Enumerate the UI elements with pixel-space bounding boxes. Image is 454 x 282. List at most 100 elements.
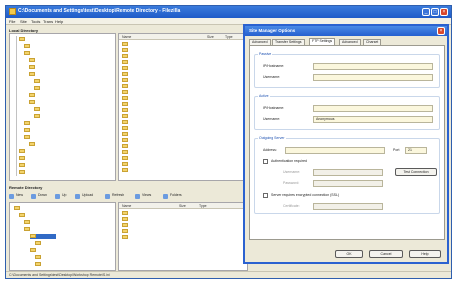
tree-item[interactable]	[10, 44, 115, 49]
tree-item[interactable]	[10, 213, 115, 218]
close-button[interactable]: ×	[440, 8, 448, 16]
local-folder-tree[interactable]	[9, 33, 116, 181]
toolbar-views-button[interactable]: Views	[135, 193, 151, 200]
list-item[interactable]	[119, 60, 247, 65]
remote-folder-tree[interactable]	[9, 202, 116, 271]
port-field[interactable]: 21	[405, 147, 427, 154]
tree-item[interactable]	[10, 100, 115, 105]
list-item[interactable]	[119, 150, 247, 155]
toolbar-down-button[interactable]: Down	[31, 193, 47, 200]
active-username-field[interactable]: Anonymous	[313, 116, 433, 123]
local-file-list[interactable]: Name Size Type	[118, 33, 248, 181]
tree-item[interactable]	[10, 93, 115, 98]
auth-password-field[interactable]	[313, 180, 383, 187]
list-item[interactable]	[119, 235, 247, 240]
menu-file[interactable]: File	[9, 19, 15, 24]
menu-site[interactable]: Site	[20, 19, 27, 24]
list-item[interactable]	[119, 162, 247, 167]
tree-item[interactable]	[10, 227, 115, 232]
list-item[interactable]	[119, 168, 247, 173]
tree-item[interactable]	[10, 255, 115, 260]
list-item[interactable]	[119, 102, 247, 107]
list-item[interactable]	[119, 211, 247, 216]
auth-username-field[interactable]	[313, 169, 383, 176]
menu-help[interactable]: Help	[55, 19, 63, 24]
tree-item[interactable]	[10, 58, 115, 63]
tree-item[interactable]	[10, 163, 115, 168]
ssl-checkbox[interactable]	[263, 193, 268, 198]
list-item[interactable]	[119, 217, 247, 222]
list-item[interactable]	[119, 114, 247, 119]
list-item[interactable]	[119, 78, 247, 83]
list-item[interactable]	[119, 108, 247, 113]
toolbar-upload-button[interactable]: Upload	[75, 193, 93, 200]
tree-item[interactable]	[10, 156, 115, 161]
column-header-type[interactable]: Type	[225, 35, 233, 39]
tree-item[interactable]	[10, 170, 115, 175]
dialog-title-bar[interactable]: Site Manager Options ×	[245, 26, 447, 36]
column-header-name[interactable]: Name	[122, 204, 131, 208]
tree-item[interactable]	[10, 206, 115, 211]
tree-item[interactable]	[10, 79, 115, 84]
menu-tools[interactable]: Tools	[31, 19, 40, 24]
tree-item[interactable]	[10, 51, 115, 56]
title-bar[interactable]: C:\Documents and Settings\test\Desktop\R…	[6, 6, 451, 18]
list-item[interactable]	[119, 90, 247, 95]
tree-item[interactable]	[10, 121, 115, 126]
list-item[interactable]	[119, 96, 247, 101]
address-field[interactable]	[285, 147, 385, 154]
list-item[interactable]	[119, 156, 247, 161]
column-header-size[interactable]: Size	[179, 204, 186, 208]
passive-ip-field[interactable]	[313, 63, 433, 70]
tree-item[interactable]	[10, 241, 115, 246]
tree-item-selected[interactable]	[10, 234, 115, 239]
toolbar-new-button[interactable]: New	[9, 193, 23, 200]
toolbar-folders-button[interactable]: Folders	[163, 193, 182, 200]
column-header-size[interactable]: Size	[207, 35, 214, 39]
list-item[interactable]	[119, 132, 247, 137]
list-item[interactable]	[119, 126, 247, 131]
list-item[interactable]	[119, 66, 247, 71]
list-item[interactable]	[119, 72, 247, 77]
certificate-field[interactable]	[313, 203, 383, 210]
test-connection-button[interactable]: Test Connection	[395, 168, 437, 176]
toolbar-up-button[interactable]: Up	[55, 193, 66, 200]
tree-item[interactable]	[10, 262, 115, 267]
list-item[interactable]	[119, 138, 247, 143]
tree-item[interactable]	[10, 86, 115, 91]
list-item[interactable]	[119, 223, 247, 228]
tree-item[interactable]	[10, 114, 115, 119]
tree-item[interactable]	[10, 220, 115, 225]
toolbar-refresh-button[interactable]: Refresh	[105, 193, 124, 200]
remote-file-list[interactable]: Name Size Type	[118, 202, 248, 271]
auth-checkbox[interactable]	[263, 159, 268, 164]
cancel-button[interactable]: Cancel	[369, 250, 403, 258]
tab-ftp-settings[interactable]: FTP Settings	[309, 38, 336, 45]
list-item[interactable]	[119, 42, 247, 47]
passive-username-field[interactable]	[313, 74, 433, 81]
column-header-name[interactable]: Name	[122, 35, 131, 39]
column-header-type[interactable]: Type	[199, 204, 207, 208]
tree-item[interactable]	[10, 65, 115, 70]
minimize-button[interactable]: _	[422, 8, 430, 16]
list-item[interactable]	[119, 120, 247, 125]
list-item[interactable]	[119, 48, 247, 53]
tree-item[interactable]	[10, 248, 115, 253]
menu-trans[interactable]: Trans	[43, 19, 53, 24]
tree-item[interactable]	[10, 149, 115, 154]
help-button[interactable]: Help	[409, 250, 441, 258]
dialog-close-button[interactable]: ×	[437, 27, 445, 35]
maximize-button[interactable]: □	[431, 8, 439, 16]
active-ip-field[interactable]	[313, 105, 433, 112]
list-item[interactable]	[119, 144, 247, 149]
tree-item[interactable]	[10, 142, 115, 147]
list-item[interactable]	[119, 84, 247, 89]
tree-item[interactable]	[10, 135, 115, 140]
list-item[interactable]	[119, 54, 247, 59]
list-item[interactable]	[119, 229, 247, 234]
tree-item[interactable]	[10, 72, 115, 77]
tree-item[interactable]	[10, 107, 115, 112]
tree-item[interactable]	[10, 128, 115, 133]
ok-button[interactable]: OK	[335, 250, 363, 258]
tree-item[interactable]	[10, 37, 115, 42]
